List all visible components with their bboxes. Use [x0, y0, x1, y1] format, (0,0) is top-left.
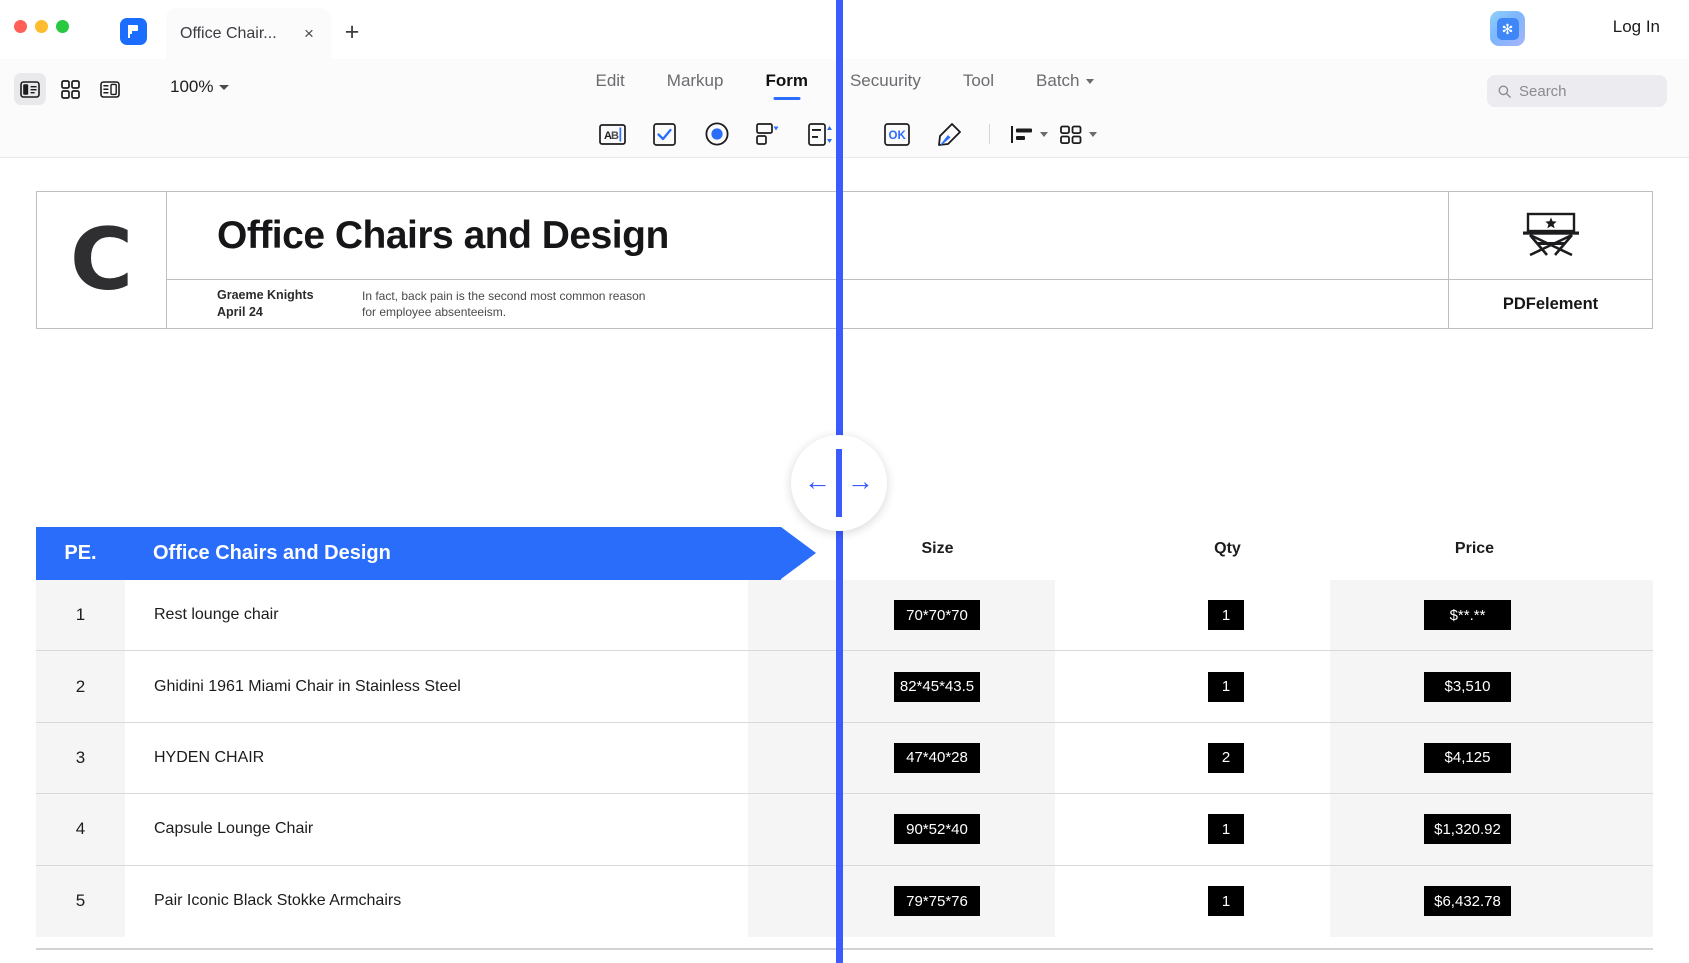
table-row: 1 Rest lounge chair 70*70*70 1 $**.** [36, 580, 1653, 652]
document-title-row: Office Chairs and Design [167, 192, 1448, 280]
form-field-qty[interactable]: 1 [1208, 814, 1244, 845]
form-field-size[interactable]: 79*75*76 [894, 886, 980, 917]
tab-tool[interactable]: Tool [963, 71, 994, 100]
tab-security[interactable]: Secuurity [850, 71, 921, 100]
new-tab-button[interactable]: + [338, 18, 366, 46]
row-number: 4 [75, 819, 86, 839]
table-row: 5 Pair Iconic Black Stokke Armchairs 79*… [36, 866, 1653, 937]
svg-text:B: B [611, 130, 619, 142]
director-chair-icon [1449, 192, 1652, 280]
svg-text:OK: OK [888, 130, 906, 142]
ai-sparkle-icon: ✻ [1496, 17, 1519, 40]
banner-title: Office Chairs and Design [153, 542, 391, 564]
form-field-price[interactable]: $**.** [1424, 600, 1511, 631]
row-number: 1 [75, 605, 86, 625]
form-field-price[interactable]: $6,432.78 [1424, 886, 1511, 917]
tab-batch-label: Batch [1036, 71, 1080, 90]
search-box[interactable] [1487, 75, 1667, 107]
column-header-qty: Qty [1214, 540, 1241, 557]
document-header-brand: PDFelement [1449, 192, 1652, 328]
login-button[interactable]: Log In [1613, 17, 1660, 37]
split-handle-bar [836, 449, 842, 517]
table-row: 4 Capsule Lounge Chair 90*52*40 1 $1,320… [36, 794, 1653, 866]
form-field-qty[interactable]: 1 [1208, 600, 1244, 631]
chevron-down-icon [1085, 79, 1094, 85]
table-header-row: PE. Office Chairs and Design Size Qty Pr… [36, 527, 1653, 580]
brand-label: PDFelement [1502, 294, 1599, 313]
split-view-handle[interactable]: ← → [791, 435, 887, 531]
arrow-right-icon[interactable]: → [847, 468, 874, 495]
form-field-qty[interactable]: 1 [1208, 886, 1244, 917]
document-tab-label: Office Chair... [180, 24, 277, 42]
document-canvas: C Office Chairs and Design Graeme Knight… [0, 158, 1689, 963]
document-date: April 24 [217, 305, 263, 319]
column-header-price: Price [1454, 540, 1495, 557]
close-window-button[interactable] [14, 20, 27, 33]
footer-divider [36, 948, 1653, 950]
document-note: In fact, back pain is the second most co… [362, 288, 645, 320]
form-tool-bar: A B OK [0, 117, 1689, 151]
ai-assistant-icon[interactable]: ✻ [1490, 11, 1525, 46]
document-subtitle-row: Graeme Knights April 24 In fact, back pa… [167, 280, 1448, 328]
table-row: 3 HYDEN CHAIR 47*40*28 2 $4,125 [36, 723, 1653, 795]
chevron-down-icon [1088, 131, 1097, 137]
menu-bar: Edit Markup Form Secuurity Tool Batch [0, 71, 1689, 100]
zoom-window-button[interactable] [56, 20, 69, 33]
document-note-line2: for employee absenteeism. [362, 305, 507, 319]
document-author-block: Graeme Knights April 24 [217, 287, 362, 321]
document-author: Graeme Knights [217, 288, 314, 303]
document-logo-letter: C [37, 192, 167, 328]
chevron-down-icon [1039, 131, 1048, 137]
form-field-size[interactable]: 70*70*70 [894, 600, 980, 631]
row-number: 3 [75, 747, 86, 767]
close-icon[interactable]: × [301, 25, 317, 42]
arrow-left-icon[interactable]: ← [804, 468, 831, 495]
search-icon [1498, 85, 1511, 98]
radio-button-tool[interactable] [691, 117, 743, 151]
tab-batch[interactable]: Batch [1036, 71, 1094, 100]
form-field-size[interactable]: 82*45*43.5 [894, 671, 980, 702]
tab-form[interactable]: Form [765, 71, 808, 100]
more-tools[interactable] [1054, 124, 1103, 145]
banner-index-label: PE. [64, 542, 97, 564]
main-toolbar: 100% Edit Markup Form Secuurity Tool Bat… [0, 59, 1689, 158]
window-controls [14, 20, 69, 33]
dropdown-tool[interactable] [743, 117, 795, 151]
pdf-editor-window: Office Chair... × + ✻ Log In 100% Edit M… [0, 0, 1689, 963]
title-bar: Office Chair... × + ✻ Log In [0, 0, 1689, 59]
tab-edit[interactable]: Edit [595, 71, 624, 100]
checkbox-tool[interactable] [639, 117, 691, 151]
row-number: 2 [75, 676, 86, 696]
document-header: C Office Chairs and Design Graeme Knight… [36, 191, 1653, 329]
signature-field-tool[interactable] [923, 117, 975, 151]
align-tool[interactable] [1004, 124, 1054, 145]
page-title: Office Chairs and Design [217, 213, 669, 257]
form-field-price[interactable]: $1,320.92 [1424, 814, 1511, 845]
table-row: 2 Ghidini 1961 Miami Chair in Stainless … [36, 651, 1653, 723]
form-field-qty[interactable]: 1 [1208, 671, 1244, 702]
toolbar-divider [988, 124, 990, 144]
form-field-size[interactable]: 90*52*40 [894, 814, 980, 845]
document-note-line1: In fact, back pain is the second most co… [362, 288, 646, 303]
minimize-window-button[interactable] [35, 20, 48, 33]
document-tab[interactable]: Office Chair... × [166, 8, 331, 59]
push-button-tool[interactable]: OK [871, 117, 923, 151]
form-field-size[interactable]: 47*40*28 [894, 742, 980, 773]
column-header-size: Size [921, 540, 954, 557]
form-field-qty[interactable]: 2 [1208, 742, 1244, 773]
app-logo-icon [120, 18, 147, 45]
tab-markup[interactable]: Markup [667, 71, 724, 100]
section-banner: PE. Office Chairs and Design [36, 527, 816, 580]
items-table: 1 Rest lounge chair 70*70*70 1 $**.** 2 … [36, 580, 1653, 937]
form-field-price[interactable]: $4,125 [1424, 742, 1511, 773]
document-header-main: Office Chairs and Design Graeme Knights … [167, 192, 1449, 328]
row-number: 5 [75, 891, 86, 911]
form-field-price[interactable]: $3,510 [1424, 671, 1511, 702]
text-field-tool[interactable]: A B [587, 117, 639, 151]
search-input[interactable] [1519, 82, 1656, 100]
